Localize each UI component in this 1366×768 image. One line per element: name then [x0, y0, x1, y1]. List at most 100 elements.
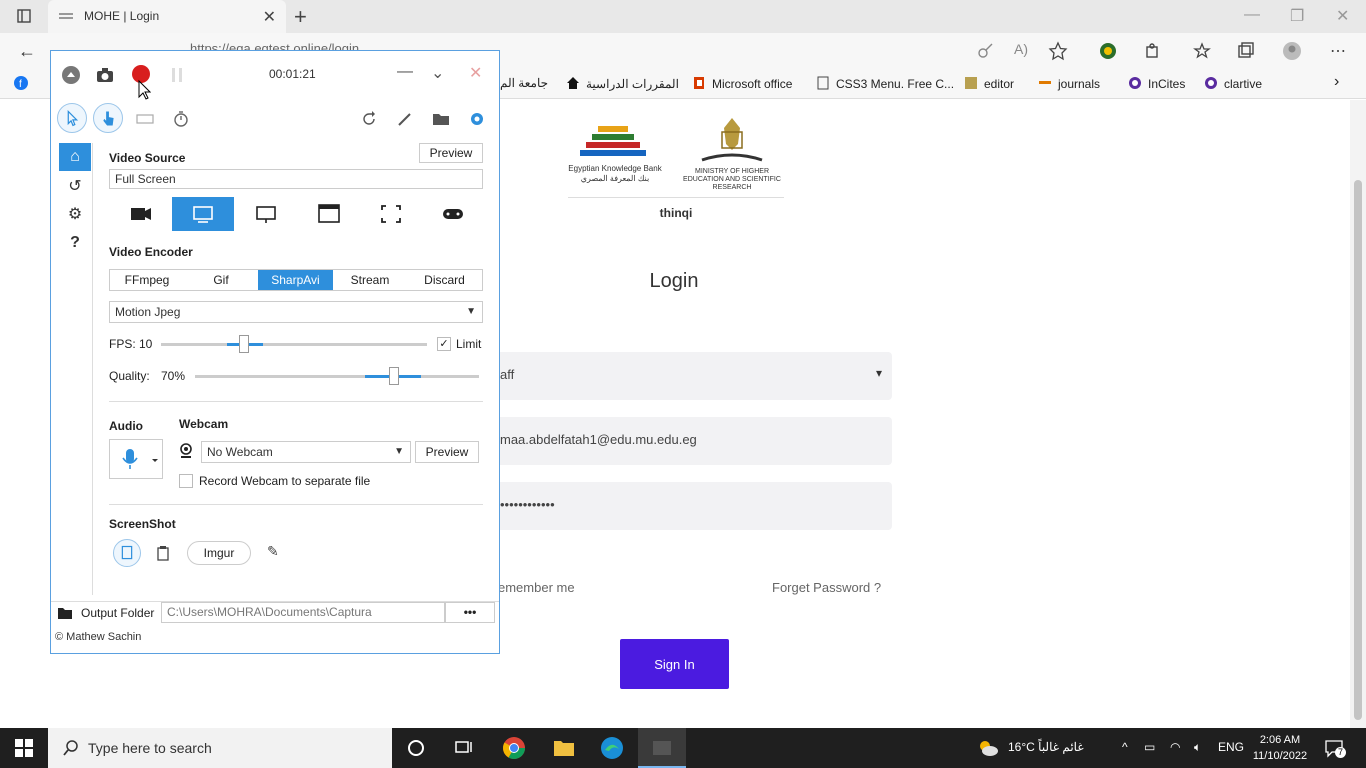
limit-checkbox[interactable]: ✓ — [437, 337, 451, 351]
more-menu-icon[interactable]: ⋯ — [1330, 41, 1350, 61]
imgur-button[interactable]: Imgur — [187, 541, 251, 565]
source-field[interactable]: Full Screen — [109, 169, 483, 189]
quality-slider-track — [195, 375, 479, 378]
password-field[interactable]: •••••••••••• — [460, 482, 892, 530]
source-region-button[interactable] — [360, 197, 422, 231]
close-window-icon[interactable]: ✕ — [469, 63, 489, 83]
folder-icon[interactable] — [431, 109, 451, 129]
notification-center-icon[interactable]: 7 — [1324, 738, 1346, 758]
maximize-icon[interactable]: ❐ — [1290, 6, 1304, 26]
language-indicator[interactable]: ENG — [1218, 740, 1244, 754]
encoder-ffmpeg[interactable]: FFmpeg — [110, 270, 184, 290]
window-close-icon[interactable]: ✕ — [1336, 6, 1349, 26]
source-fullscreen-button[interactable] — [172, 197, 234, 231]
camera-icon[interactable] — [95, 65, 115, 85]
wifi-icon[interactable]: ◠ — [1170, 740, 1180, 754]
clock[interactable]: 2:06 AM 11/10/2022 — [1252, 732, 1308, 764]
keyboard-icon[interactable] — [135, 109, 155, 129]
taskbar-search[interactable]: Type here to search — [48, 728, 392, 768]
weather-text[interactable]: 16°C غائم غالباً — [1008, 740, 1084, 754]
scrollbar-thumb[interactable] — [1354, 180, 1362, 720]
battery-icon[interactable]: ▭ — [1144, 740, 1155, 754]
bookmarks-more-chevron-icon[interactable]: › — [1334, 73, 1339, 91]
settings-gear-icon[interactable] — [467, 109, 487, 129]
role-select[interactable]: aff ▾ — [460, 352, 892, 400]
tab-actions-icon[interactable] — [16, 8, 32, 24]
collections-icon[interactable] — [1236, 41, 1256, 61]
quality-slider-thumb[interactable] — [388, 367, 399, 385]
source-monitor-button[interactable] — [235, 197, 297, 231]
source-gamepad-button[interactable] — [422, 197, 484, 231]
encoder-sharpavi[interactable]: SharpAvi — [258, 270, 333, 290]
favorites-icon[interactable] — [1192, 41, 1212, 61]
minimize-icon[interactable]: — — [1244, 6, 1260, 24]
chrome-icon[interactable] — [502, 736, 526, 760]
show-hidden-icons-icon[interactable]: ^ — [1122, 740, 1128, 754]
volume-icon[interactable]: 🔈︎ — [1194, 740, 1201, 755]
extensions-icon[interactable] — [1143, 41, 1163, 61]
bookmark-courses[interactable]: المقررات الدراسية — [566, 76, 679, 91]
edge-icon[interactable] — [600, 736, 624, 760]
profile-avatar-icon[interactable] — [1282, 41, 1302, 61]
back-icon[interactable]: ← — [18, 41, 36, 62]
taskbar-captura-app[interactable] — [638, 728, 686, 768]
output-path-field[interactable]: C:\Users\MOHRA\Documents\Captura — [161, 602, 445, 623]
clipboard-icon[interactable] — [155, 545, 171, 561]
screenshot-file-button[interactable] — [113, 539, 141, 567]
file-explorer-icon[interactable] — [552, 736, 576, 760]
sidebar-item-settings[interactable]: ⚙ — [59, 201, 91, 229]
encoder-gif[interactable]: Gif — [184, 270, 258, 290]
source-webcam-button[interactable] — [109, 197, 171, 231]
more-options-button[interactable]: ••• — [445, 602, 495, 623]
task-view-icon[interactable] — [452, 736, 476, 760]
pen-icon[interactable] — [395, 109, 415, 129]
forget-password-link[interactable]: Forget Password ? — [772, 580, 881, 595]
encoder-stream[interactable]: Stream — [333, 270, 407, 290]
favorite-star-icon[interactable] — [1048, 41, 1068, 61]
extension-globe-icon[interactable] — [1098, 41, 1118, 61]
bookmark-editor[interactable]: editor — [964, 76, 1014, 91]
codec-select[interactable]: Motion Jpeg ▼ — [109, 301, 483, 323]
sidebar-item-history[interactable]: ↺ — [59, 173, 91, 201]
bookmark-university[interactable]: جامعة الم — [500, 76, 548, 90]
refresh-icon[interactable] — [359, 109, 379, 129]
bookmark-clartive[interactable]: clartive — [1204, 76, 1262, 91]
webcam-select[interactable]: No Webcam ▼ — [201, 441, 411, 463]
webcam-preview-button[interactable]: Preview — [415, 441, 479, 463]
expand-down-icon[interactable]: ⌄ — [431, 63, 451, 83]
timer-icon[interactable] — [171, 109, 191, 129]
cursor-toggle-button[interactable] — [57, 103, 87, 133]
search-icon — [63, 740, 78, 756]
tab-title: MOHE | Login — [84, 9, 160, 23]
sidebar-item-help[interactable]: ? — [59, 229, 91, 257]
bookmark-incites[interactable]: InCites — [1128, 76, 1185, 91]
record-webcam-checkbox[interactable] — [179, 474, 193, 488]
audio-source-button[interactable] — [109, 439, 163, 479]
minimize-window-icon[interactable]: — — [397, 63, 417, 83]
sign-in-button[interactable]: Sign In — [620, 639, 729, 689]
windows-start-icon[interactable] — [14, 738, 34, 758]
new-tab-icon[interactable]: + — [294, 4, 307, 30]
folder-icon[interactable] — [57, 606, 73, 620]
browser-tab[interactable]: MOHE | Login ✕ — [48, 0, 286, 33]
source-window-button[interactable] — [298, 197, 360, 231]
source-preview-button[interactable]: Preview — [419, 143, 483, 163]
remember-me-label[interactable]: emember me — [498, 580, 575, 595]
bookmark-journals[interactable]: journals — [1038, 76, 1100, 91]
fps-slider-thumb[interactable] — [239, 335, 249, 353]
clicks-toggle-button[interactable] — [93, 103, 123, 133]
encoder-discard[interactable]: Discard — [407, 270, 482, 290]
key-icon[interactable] — [976, 41, 996, 61]
bookmark-css3-menu[interactable]: CSS3 Menu. Free C... — [816, 76, 954, 91]
edit-pencil-icon[interactable]: ✎ — [267, 543, 279, 560]
pause-icon[interactable] — [167, 65, 187, 85]
page-scrollbar[interactable] — [1350, 100, 1366, 728]
cortana-icon[interactable] — [404, 736, 428, 760]
collapse-icon[interactable] — [61, 65, 81, 85]
facebook-icon[interactable]: f — [14, 76, 34, 91]
sidebar-item-home[interactable]: ⌂ — [59, 143, 91, 171]
email-field[interactable]: maa.abdelfatah1@edu.mu.edu.eg — [460, 417, 892, 465]
tab-close-icon[interactable]: ✕ — [263, 7, 276, 27]
read-aloud-icon[interactable]: A) — [1014, 41, 1034, 61]
bookmark-microsoft-office[interactable]: Microsoft office — [692, 76, 792, 91]
